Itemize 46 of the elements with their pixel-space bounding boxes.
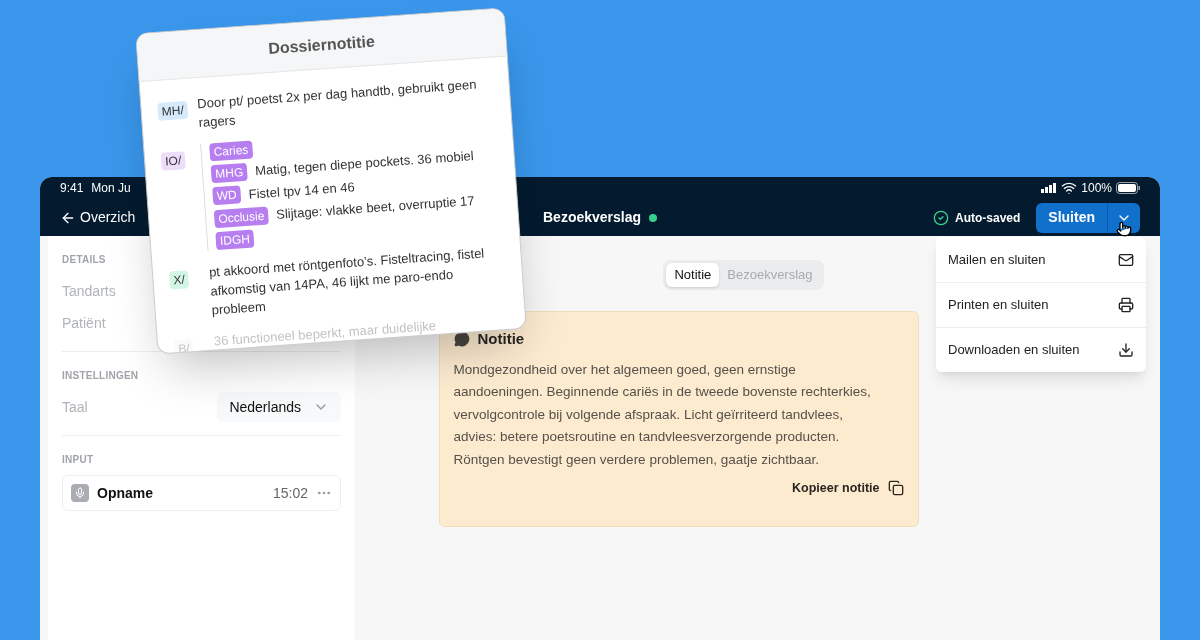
speech-bubble-icon: [453, 331, 470, 348]
language-select[interactable]: Nederlands: [217, 392, 341, 422]
status-time: 9:41: [60, 180, 84, 197]
section-heading: INSTELLINGEN: [62, 369, 139, 383]
wifi-icon: [1061, 180, 1078, 196]
recording-name: Opname: [97, 483, 153, 503]
tab[interactable]: Notitie: [666, 263, 720, 287]
tag: IDGH: [215, 229, 255, 250]
tag: MHG: [210, 162, 248, 184]
tag: Caries: [209, 140, 253, 162]
menu-item[interactable]: Mailen en sluiten: [936, 237, 1146, 282]
section-text: Door pt/ poetst 2x per dag handtb, gebruikt geen ragers: [196, 75, 478, 133]
battery-level: 100%: [1081, 180, 1112, 197]
field-label: Tandarts: [62, 281, 116, 301]
tag: WD: [212, 185, 242, 206]
printer-icon: [1118, 297, 1134, 313]
tag: B/: [173, 338, 195, 354]
page-title: Bezoekverslag: [543, 208, 642, 227]
auto-saved-label: Auto-saved: [955, 209, 1021, 227]
download-icon: [1118, 342, 1134, 358]
card-title: Dossiernotitie: [267, 31, 376, 59]
note-title: Notitie: [477, 329, 525, 349]
section-heading: DETAILS: [62, 253, 106, 267]
recording-duration: 15:02: [272, 483, 308, 503]
tag: Occlusie: [213, 206, 269, 228]
section-heading: INPUT: [62, 453, 94, 467]
copy-note-button[interactable]: Kopieer notitie: [792, 479, 904, 498]
mail-icon: [1118, 251, 1134, 268]
status-date: Mon Ju: [91, 180, 131, 197]
menu-item[interactable]: Printen en sluiten: [936, 282, 1146, 327]
tag: X/: [168, 269, 190, 289]
field-label: Taal: [62, 397, 88, 417]
field-label: Patiënt: [62, 313, 106, 333]
close-button[interactable]: Sluiten: [1036, 202, 1107, 233]
signal-icon: [1041, 183, 1058, 193]
recording-item[interactable]: Opname 15:02: [62, 475, 341, 511]
section-text: 36 functioneel beperkt, maar duidelijke: [213, 317, 438, 351]
tag: MH/: [157, 100, 189, 121]
tag: IO/: [160, 151, 186, 171]
back-button[interactable]: Overzich: [60, 207, 136, 228]
microphone-icon: [71, 484, 89, 502]
battery-icon: [1116, 182, 1140, 194]
menu-item[interactable]: Downloaden en sluiten: [936, 327, 1146, 372]
note-text: Mondgezondheid over het algemeen goed, geen ernstige aandoeningen. Beginnende cariës in de tweede bovenste rechterkies, vervolgcontrole bij volgende afspraak. Licht geïrriteerd tandvlees, advies: betere poetsroutine en tandvleesverzorgende producten. Röntgen bevestigt geen verdere problemen, gaatje zichtbaar.: [453, 360, 872, 469]
check-icon: [933, 209, 949, 226]
copy-icon: [887, 480, 904, 497]
